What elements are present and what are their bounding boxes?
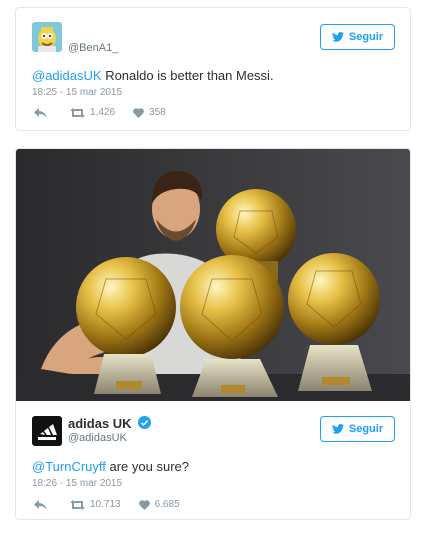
like-count: 358 [149, 107, 166, 118]
bird-icon [331, 32, 344, 42]
like-action[interactable]: 6.685 [138, 499, 180, 510]
tweet-body: Ronaldo is better than Messi. [101, 68, 274, 83]
tweet-text: @adidasUK Ronaldo is better than Messi. [32, 68, 274, 83]
verified-badge-icon [138, 416, 151, 429]
user-avatar[interactable] [32, 22, 62, 52]
follow-label: Seguir [348, 423, 384, 435]
retweet-icon [70, 499, 85, 510]
retweet-count: 1.426 [90, 107, 116, 118]
adidas-avatar[interactable] [32, 416, 62, 446]
timestamp[interactable]: 18:26 - 15 mar 2015 [32, 478, 122, 489]
tweet-actions: 10.713 6.685 [34, 499, 198, 510]
retweet-action[interactable]: 1.426 [70, 107, 115, 118]
tweet-card-2: adidas UK @adidasUK Seguir @TurnCruyff a… [15, 148, 411, 520]
bird-icon [331, 424, 344, 434]
account-handle[interactable]: @adidasUK [68, 432, 127, 444]
reply-icon [34, 107, 47, 118]
like-count: 6.685 [154, 499, 180, 510]
adidas-logo-icon [32, 416, 62, 446]
retweet-count: 10.713 [90, 499, 121, 510]
heart-icon [138, 499, 150, 510]
user-handle[interactable]: @BenA1_ [68, 42, 118, 54]
reply-icon [34, 499, 47, 510]
account-name[interactable]: adidas UK [68, 416, 132, 431]
mention-link[interactable]: @adidasUK [32, 68, 102, 83]
tweet-text: @TurnCruyff are you sure? [32, 459, 189, 474]
mention-link[interactable]: @TurnCruyff [32, 459, 106, 474]
like-action[interactable]: 358 [133, 107, 166, 118]
follow-button[interactable]: Seguir [320, 416, 395, 442]
retweet-icon [70, 107, 85, 118]
tweet-actions: 1.426 358 [34, 107, 184, 118]
tweet-photo[interactable] [16, 149, 410, 401]
timestamp[interactable]: 18:25 - 15 mar 2015 [32, 87, 122, 98]
follow-label: Seguir [348, 31, 384, 43]
reply-action[interactable] [34, 499, 52, 510]
tweet-body: are you sure? [105, 459, 190, 474]
retweet-action[interactable]: 10.713 [70, 499, 121, 510]
heart-icon [133, 107, 144, 118]
follow-button[interactable]: Seguir [320, 24, 395, 50]
reply-action[interactable] [34, 107, 52, 118]
tweet-card-1: @BenA1_ Seguir @adidasUK Ronaldo is bett… [15, 7, 411, 131]
